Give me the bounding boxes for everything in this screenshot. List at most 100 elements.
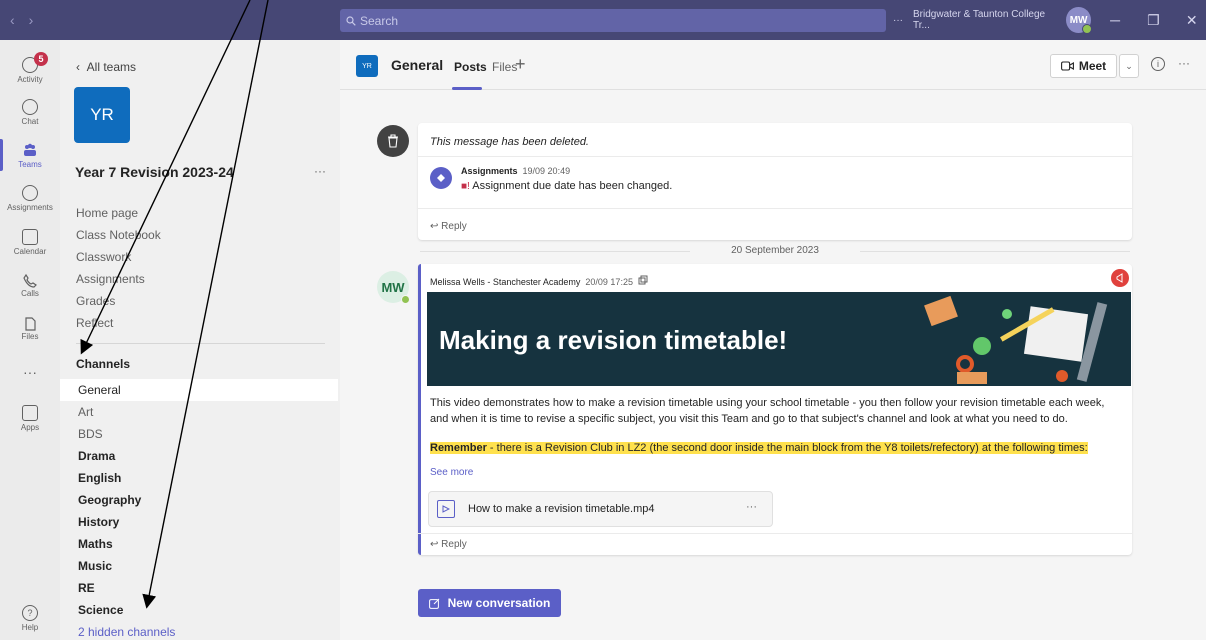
rail-label: Teams (18, 159, 42, 169)
hidden-channels-link[interactable]: 2 hidden channels (60, 621, 338, 640)
attachment-more-icon[interactable]: ··· (746, 501, 757, 513)
rail-label: Activity (17, 74, 43, 84)
add-tab-icon[interactable]: + (515, 54, 526, 75)
org-name[interactable]: Bridgwater & Taunton College Tr... (913, 9, 1056, 31)
restore-icon[interactable]: ❐ (1139, 12, 1167, 29)
post-accent-strip (418, 264, 421, 555)
post-time: 20/09 17:25 (585, 277, 633, 287)
search-placeholder: Search (360, 13, 399, 28)
phone-icon (23, 273, 37, 288)
divider (418, 156, 1132, 157)
channel-maths[interactable]: Maths (60, 533, 338, 555)
author-initials: MW (381, 279, 405, 295)
calendar-icon (22, 228, 38, 245)
divider (418, 208, 1132, 209)
remember-bold: Remember (430, 442, 487, 454)
reply-button[interactable]: ↩ Reply (430, 221, 467, 232)
team-link-classwork[interactable]: Classwork (76, 250, 131, 264)
author-avatar[interactable]: MW (377, 271, 410, 304)
forward-arrow-icon[interactable]: › (29, 12, 34, 28)
attachment-card[interactable]: How to make a revision timetable.mp4 ··· (428, 491, 773, 527)
announcement-megaphone-icon (1111, 269, 1129, 287)
rail-more-apps[interactable]: ··· (0, 350, 60, 394)
all-teams-label: All teams (86, 60, 137, 74)
team-panel: ‹ All teams YR Year 7 Revision 2023-24 ·… (60, 40, 340, 640)
channel-team-avatar: YR (356, 55, 378, 77)
compose-icon (428, 598, 439, 609)
app-rail: Activity 5 Chat Teams Assignments Calend… (0, 40, 60, 640)
minimize-icon[interactable]: ─ (1101, 12, 1129, 28)
alert-icon: ■! (461, 181, 470, 192)
rail-calendar[interactable]: Calendar (0, 220, 60, 264)
info-icon[interactable]: i (1151, 57, 1165, 71)
reply-button[interactable]: ↩ Reply (430, 539, 467, 550)
rail-activity[interactable]: Activity 5 (0, 48, 60, 92)
main-post-card: Melissa Wells - Stanchester Academy 20/0… (418, 264, 1132, 555)
trash-icon (388, 134, 398, 148)
channel-drama[interactable]: Drama (60, 445, 338, 467)
rail-teams[interactable]: Teams (0, 133, 60, 177)
stationery-illustration-icon (924, 295, 1108, 384)
search-input[interactable]: Search (340, 9, 886, 32)
back-arrow-icon[interactable]: ‹ (10, 12, 15, 28)
video-play-icon (437, 500, 455, 518)
rail-assignments[interactable]: Assignments (0, 176, 60, 220)
team-name: Year 7 Revision 2023-24 (75, 164, 234, 180)
team-more-icon[interactable]: ··· (314, 164, 326, 178)
channel-title: General (391, 57, 444, 73)
team-avatar[interactable]: YR (74, 87, 130, 143)
assignments-app-avatar (430, 167, 452, 189)
see-more-link[interactable]: See more (430, 467, 473, 478)
post-body: This video demonstrates how to make a re… (430, 397, 1105, 425)
user-avatar[interactable]: MW (1066, 7, 1092, 34)
rail-help[interactable]: ? Help (0, 596, 60, 640)
new-conversation-button[interactable]: New conversation (418, 589, 561, 617)
tab-files[interactable]: Files (492, 60, 517, 74)
reply-author: Assignments (461, 166, 518, 176)
channel-bds[interactable]: BDS (60, 423, 338, 445)
channels-header: Channels (76, 357, 131, 371)
title-bar-right: ··· Bridgwater & Taunton College Tr... M… (893, 0, 1206, 40)
rail-calls[interactable]: Calls (0, 263, 60, 307)
video-camera-icon (1060, 61, 1074, 71)
divider (418, 533, 1132, 534)
all-teams-link[interactable]: ‹ All teams (76, 60, 136, 74)
close-icon[interactable]: ✕ (1178, 12, 1206, 29)
new-conversation-label: New conversation (447, 596, 551, 610)
team-link-notebook[interactable]: Class Notebook (76, 228, 161, 242)
rail-files[interactable]: Files (0, 306, 60, 350)
post-meta: Melissa Wells - Stanchester Academy 20/0… (430, 275, 648, 287)
tab-posts[interactable]: Posts (454, 60, 487, 74)
rail-label: Calendar (13, 246, 47, 256)
meet-dropdown-chevron-icon[interactable]: ⌄ (1119, 54, 1139, 78)
channel-geography[interactable]: Geography (60, 489, 338, 511)
file-icon (25, 316, 36, 331)
channel-music[interactable]: Music (60, 555, 338, 577)
copy-link-icon[interactable] (638, 275, 648, 285)
team-link-reflect[interactable]: Reflect (76, 316, 113, 330)
user-initials: MW (1069, 14, 1088, 26)
channel-art[interactable]: Art (60, 401, 338, 423)
header-more-icon[interactable]: ··· (1178, 56, 1190, 70)
settings-more-icon[interactable]: ··· (893, 15, 903, 26)
chat-icon (22, 98, 38, 115)
announcement-banner: Making a revision timetable! (427, 292, 1131, 386)
channel-science[interactable]: Science (60, 599, 338, 621)
team-link-grades[interactable]: Grades (76, 294, 115, 308)
channel-general[interactable]: General (60, 379, 338, 401)
date-separator: 20 September 2023 (420, 245, 1130, 256)
team-link-assignments[interactable]: Assignments (76, 272, 145, 286)
rail-label: Chat (21, 116, 39, 126)
rail-label: Assignments (7, 202, 53, 212)
remember-paragraph: Remember - there is a Revision Club in L… (430, 440, 1124, 456)
channel-history[interactable]: History (60, 511, 338, 533)
activity-badge: 5 (34, 52, 48, 66)
channel-english[interactable]: English (60, 467, 338, 489)
rail-chat[interactable]: Chat (0, 90, 60, 134)
team-link-home[interactable]: Home page (76, 206, 138, 220)
rail-apps[interactable]: Apps (0, 396, 60, 440)
reply-label: Reply (441, 539, 467, 550)
channel-re[interactable]: RE (60, 577, 338, 599)
teams-icon (24, 143, 36, 156)
meet-button[interactable]: Meet (1050, 54, 1117, 78)
